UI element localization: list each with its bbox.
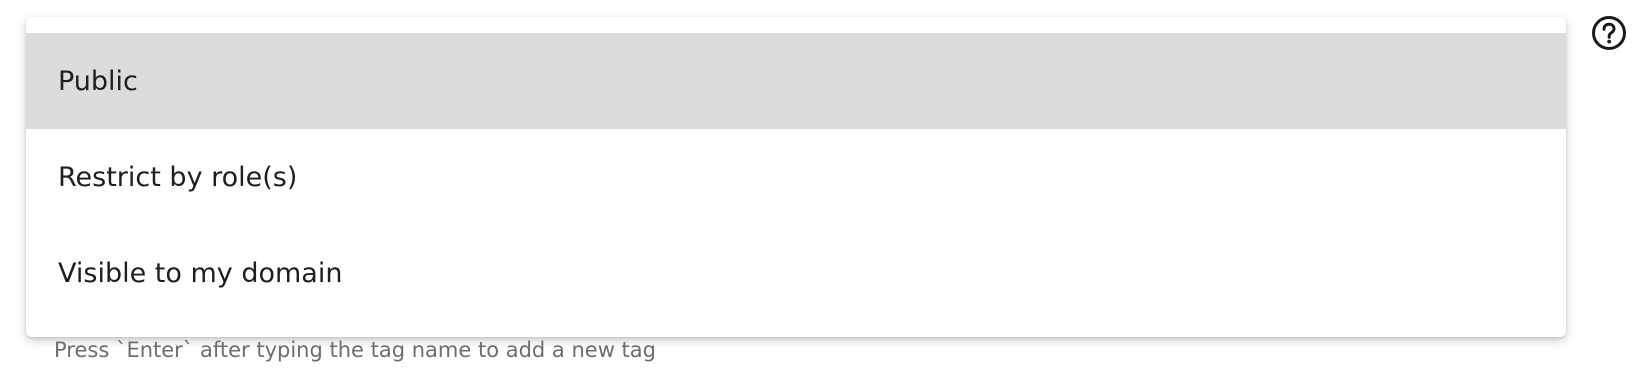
tag-input-hint: Press `Enter` after typing the tag name … [54,338,656,362]
page: Public Restrict by role(s) Visible to my… [0,0,1651,385]
option-label: Public [58,65,138,97]
option-label: Visible to my domain [58,257,343,289]
option-public[interactable]: Public [26,33,1566,129]
option-visible-to-my-domain[interactable]: Visible to my domain [26,225,1566,321]
visibility-dropdown-menu: Public Restrict by role(s) Visible to my… [26,17,1566,337]
option-label: Restrict by role(s) [58,161,298,193]
visibility-options-list: Public Restrict by role(s) Visible to my… [26,33,1566,321]
option-restrict-by-roles[interactable]: Restrict by role(s) [26,129,1566,225]
question-circle-icon[interactable] [1591,15,1627,51]
